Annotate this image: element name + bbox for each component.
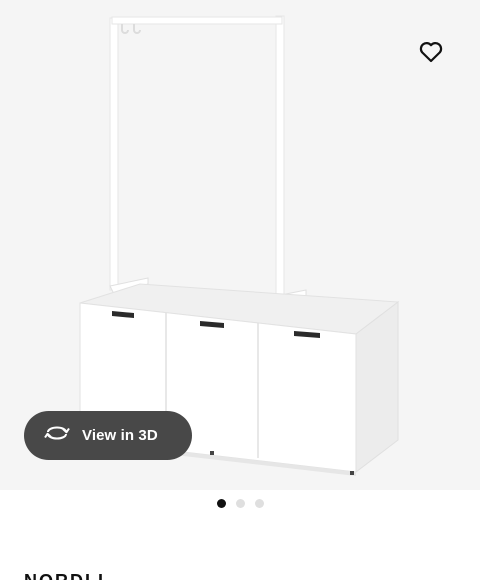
image-carousel-dots [0,499,480,511]
heart-icon [419,41,443,68]
favorite-button[interactable] [412,36,450,72]
clothes-rack [109,15,307,307]
view-in-3d-label: View in 3D [82,427,158,444]
rotate-3d-icon [44,424,70,447]
view-in-3d-button[interactable]: View in 3D [24,411,192,460]
carousel-dot-1[interactable] [216,499,226,508]
carousel-dot-2[interactable] [235,499,245,508]
product-name: NORDLI [24,571,105,580]
carousel-dot-3[interactable] [254,499,264,508]
